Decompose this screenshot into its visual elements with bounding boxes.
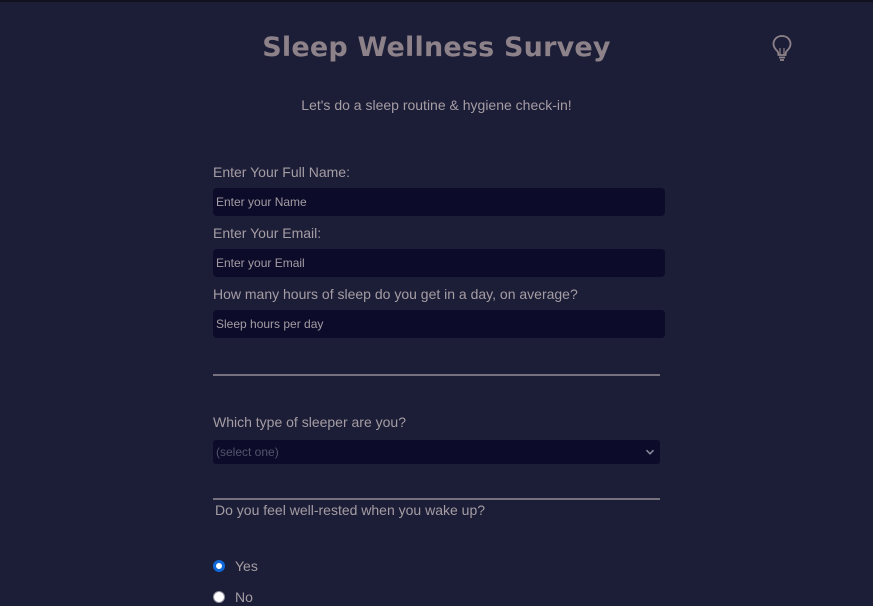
email-input[interactable] — [213, 249, 665, 277]
page-subtitle: Let's do a sleep routine & hygiene check… — [301, 97, 572, 113]
radio-yes-label: Yes — [235, 558, 258, 574]
radio-yes[interactable] — [213, 560, 225, 572]
section-divider — [213, 374, 660, 376]
radio-no-label: No — [235, 589, 253, 605]
sleeper-type-select[interactable]: (select one) — [213, 440, 660, 464]
survey-page: Sleep Wellness Survey Let's do a sleep r… — [0, 0, 873, 606]
name-label: Enter Your Full Name: — [213, 164, 350, 180]
radio-option-no[interactable]: No — [213, 589, 253, 605]
section-divider — [213, 498, 660, 500]
page-title: Sleep Wellness Survey — [262, 32, 611, 63]
well-rested-label: Do you feel well-rested when you wake up… — [215, 502, 486, 518]
email-label: Enter Your Email: — [213, 225, 322, 241]
sleeper-type-label: Which type of sleeper are you? — [213, 414, 406, 430]
radio-option-yes[interactable]: Yes — [213, 558, 258, 574]
sleeper-type-selected-value: (select one) — [216, 445, 279, 459]
chevron-down-icon — [645, 449, 655, 455]
sleep-hours-label: How many hours of sleep do you get in a … — [213, 286, 578, 302]
radio-no[interactable] — [213, 591, 225, 603]
sleep-hours-input[interactable] — [213, 310, 665, 338]
lightbulb-icon[interactable] — [770, 34, 794, 62]
name-input[interactable] — [213, 188, 665, 216]
